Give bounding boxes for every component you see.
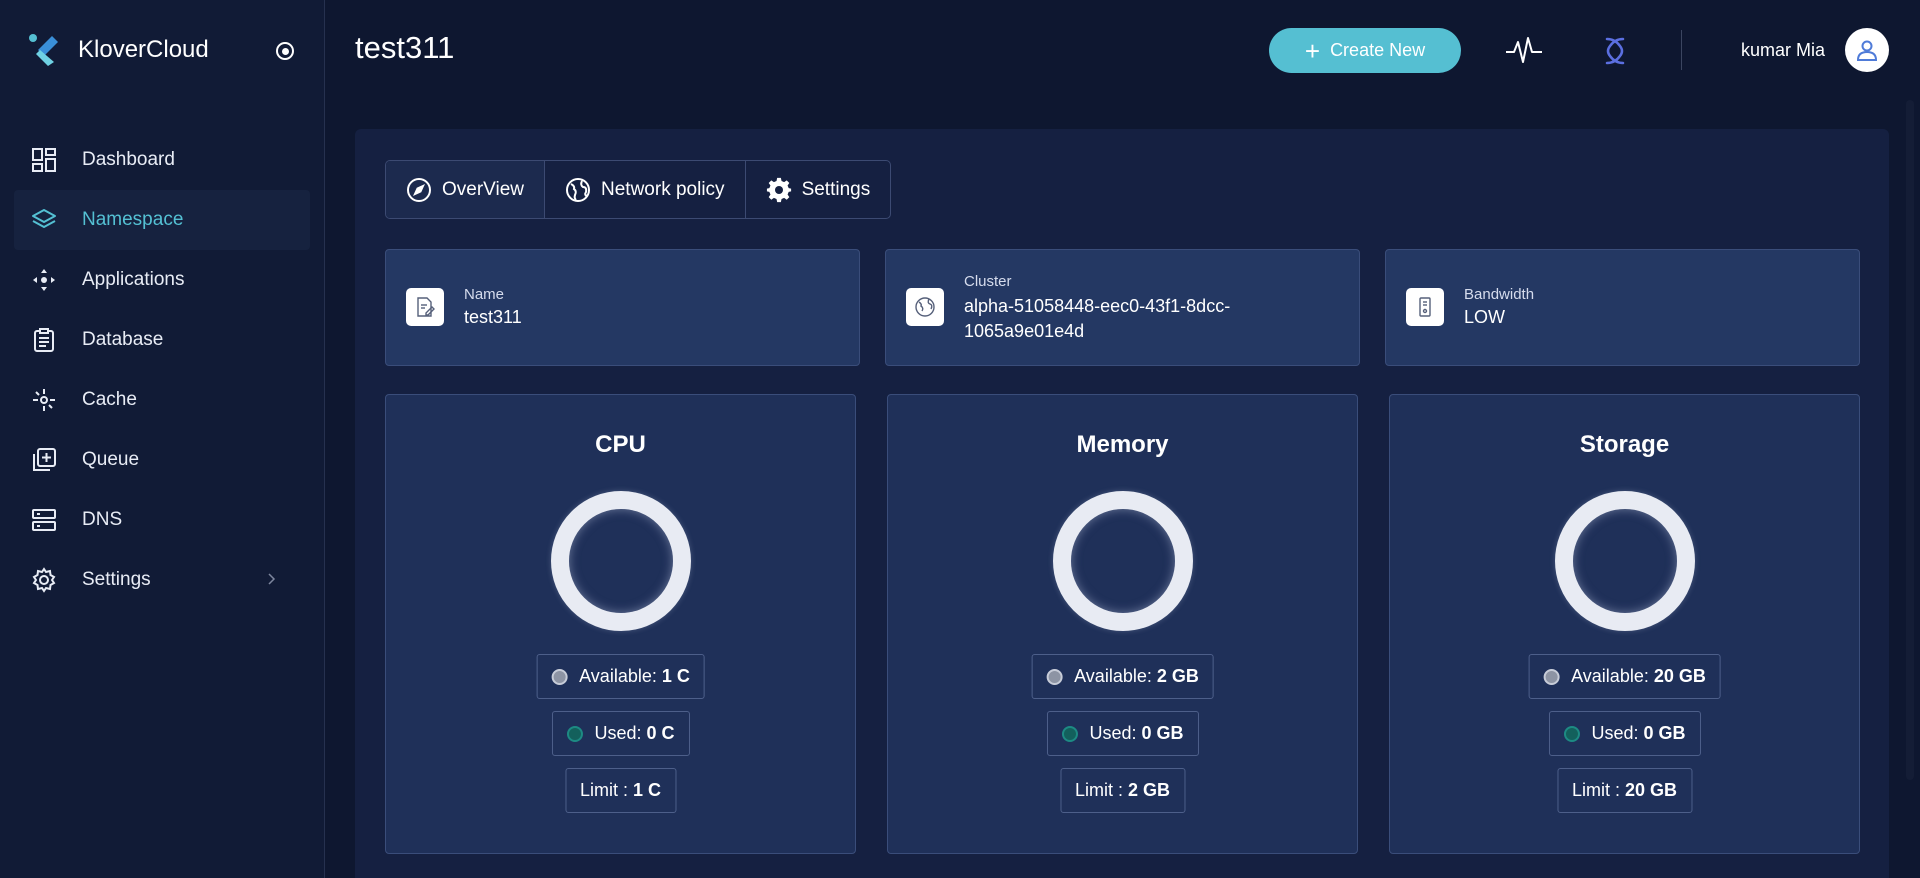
memory-available-stat: Available: 2 GB xyxy=(1031,654,1214,699)
gear-icon xyxy=(766,177,791,202)
available-dot-icon xyxy=(551,668,568,685)
sidebar: KloverCloud Dashboard Namespace Applicat… xyxy=(0,0,325,878)
layers-icon xyxy=(30,206,58,234)
hourglass-icon[interactable] xyxy=(1602,36,1628,66)
clipboard-icon xyxy=(30,326,58,354)
cluster-value-line1: alpha-51058448-eec0-43f1-8dcc- xyxy=(964,296,1231,316)
sidebar-item-database[interactable]: Database xyxy=(14,310,310,370)
activity-icon[interactable] xyxy=(1505,34,1543,66)
cluster-value-line2: 1065a9e01e4d xyxy=(964,321,1085,341)
globe-icon xyxy=(566,177,591,202)
tab-label: Settings xyxy=(801,178,871,200)
sidebar-pin-toggle[interactable] xyxy=(276,42,294,60)
sidebar-item-label: DNS xyxy=(82,509,123,530)
user-name[interactable]: kumar Mia xyxy=(1741,40,1825,61)
create-new-button[interactable]: + Create New xyxy=(1269,28,1461,73)
sidebar-item-cache[interactable]: Cache xyxy=(14,370,310,430)
cpu-limit-stat: Limit :1 C xyxy=(564,768,677,813)
brand-name: KloverCloud xyxy=(78,36,209,63)
memory-card: Memory Available: 2 GB Used: 0 GB Limit :2… xyxy=(887,394,1358,854)
server-icon xyxy=(30,506,58,534)
user-icon xyxy=(1856,40,1878,61)
cpu-used-stat: Used: 0 C xyxy=(551,711,690,756)
document-edit-icon xyxy=(406,288,444,326)
sidebar-item-settings[interactable]: Settings xyxy=(14,550,310,610)
storage-limit-stat: Limit :20 GB xyxy=(1556,768,1693,813)
router-icon xyxy=(1406,288,1444,326)
cpu-available-stat: Available: 1 C xyxy=(536,654,705,699)
storage-used-stat: Used: 0 GB xyxy=(1548,711,1701,756)
cache-icon xyxy=(30,386,58,414)
main-panel: OverView Network policy Settings Name te… xyxy=(355,129,1889,878)
sidebar-item-label: Cache xyxy=(82,389,137,410)
globe-icon xyxy=(906,288,944,326)
bandwidth-label: Bandwidth xyxy=(1464,286,1535,303)
memory-limit-stat: Limit :2 GB xyxy=(1059,768,1186,813)
cluster-card: Cluster alpha-51058448-eec0-43f1-8dcc- 1… xyxy=(885,249,1360,366)
name-value: test311 xyxy=(464,307,522,327)
sidebar-item-label: Database xyxy=(82,329,164,350)
tab-bar: OverView Network policy Settings xyxy=(385,160,892,219)
dashboard-icon xyxy=(30,146,58,174)
applications-icon xyxy=(30,266,58,294)
sidebar-item-dns[interactable]: DNS xyxy=(14,490,310,550)
page-title: test311 xyxy=(355,30,455,65)
cpu-title: CPU xyxy=(595,431,646,458)
storage-available-stat: Available: 20 GB xyxy=(1528,654,1721,699)
compass-icon xyxy=(407,177,431,202)
memory-used-stat: Used: 0 GB xyxy=(1046,711,1199,756)
sidebar-item-label: Applications xyxy=(82,269,185,290)
cpu-donut-chart xyxy=(551,491,691,631)
tab-settings[interactable]: Settings xyxy=(746,161,891,218)
scrollbar[interactable] xyxy=(1906,100,1914,780)
sidebar-item-namespace[interactable]: Namespace xyxy=(14,190,310,250)
tab-network-policy[interactable]: Network policy xyxy=(545,161,746,218)
tab-overview[interactable]: OverView xyxy=(386,161,546,218)
sidebar-item-label: Settings xyxy=(82,569,151,590)
storage-donut-chart xyxy=(1555,491,1695,631)
available-dot-icon xyxy=(1046,668,1063,685)
chevron-right-icon xyxy=(268,573,276,585)
sidebar-item-label: Queue xyxy=(82,449,140,470)
cpu-card: CPU Available: 1 C Used: 0 C Limit :1 C xyxy=(385,394,856,854)
avatar[interactable] xyxy=(1845,28,1889,72)
name-label: Name xyxy=(464,286,505,303)
gear-icon xyxy=(30,566,58,594)
sidebar-item-queue[interactable]: Queue xyxy=(14,430,310,490)
brand[interactable]: KloverCloud xyxy=(28,32,209,68)
sidebar-item-applications[interactable]: Applications xyxy=(14,250,310,310)
sidebar-item-label: Namespace xyxy=(82,209,184,230)
cluster-label: Cluster xyxy=(964,273,1012,290)
queue-icon xyxy=(30,446,58,474)
memory-donut-chart xyxy=(1053,491,1193,631)
plus-icon: + xyxy=(1304,35,1321,66)
sidebar-item-label: Dashboard xyxy=(82,149,175,170)
memory-title: Memory xyxy=(1076,431,1169,458)
used-dot-icon xyxy=(1061,725,1078,742)
klovercloud-logo-icon xyxy=(29,34,58,66)
sidebar-item-dashboard[interactable]: Dashboard xyxy=(14,130,310,190)
name-card: Name test311 xyxy=(385,249,860,366)
tab-label: Network policy xyxy=(601,178,725,200)
tab-label: OverView xyxy=(442,178,525,200)
bandwidth-card: Bandwidth LOW xyxy=(1385,249,1860,366)
bandwidth-value: LOW xyxy=(1464,307,1506,327)
storage-card: Storage Available: 20 GB Used: 0 GB Limit … xyxy=(1389,394,1860,854)
header-divider xyxy=(1681,30,1682,70)
storage-title: Storage xyxy=(1579,431,1670,458)
create-new-label: Create New xyxy=(1330,40,1426,60)
available-dot-icon xyxy=(1543,668,1560,685)
used-dot-icon xyxy=(566,725,583,742)
sidebar-nav: Dashboard Namespace Applications Databas… xyxy=(14,130,310,610)
used-dot-icon xyxy=(1563,725,1580,742)
